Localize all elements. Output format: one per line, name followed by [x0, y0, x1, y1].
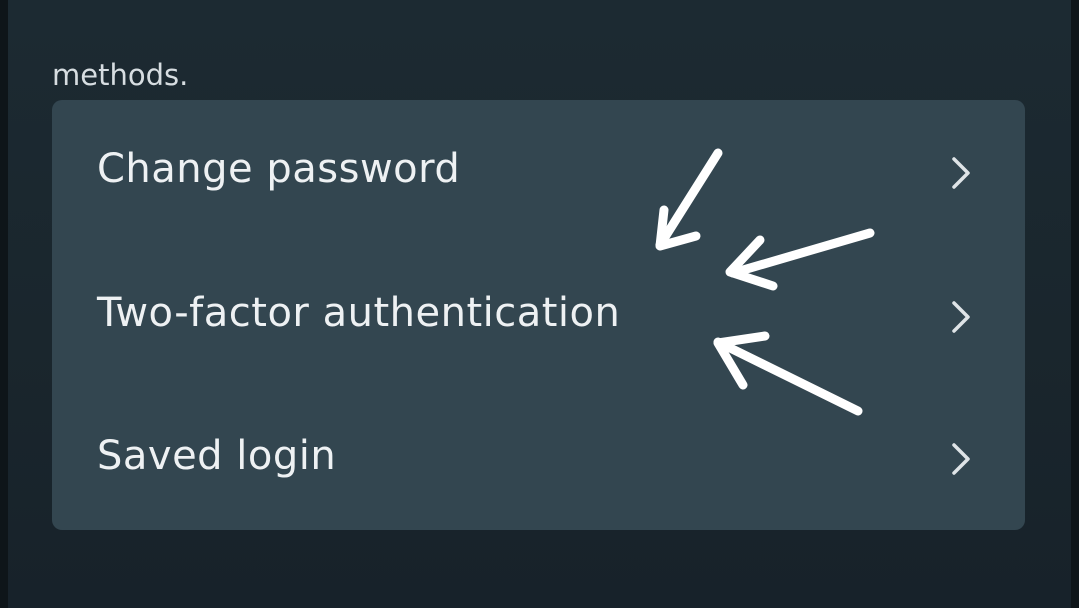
two-factor-authentication-item[interactable]: Two-factor authentication: [52, 243, 1025, 386]
security-screen: methods. Change password Two-factor auth…: [8, 0, 1071, 608]
chevron-right-icon: [952, 301, 970, 333]
login-settings-card: Change password Two-factor authenticatio…: [52, 100, 1025, 530]
description-partial-line: [52, 0, 1042, 52]
chevron-right-icon: [952, 443, 970, 475]
two-factor-authentication-label: Two-factor authentication: [97, 290, 621, 336]
saved-login-label: Saved login: [97, 433, 337, 479]
change-password-item[interactable]: Change password: [52, 100, 1025, 243]
saved-login-item[interactable]: Saved login: [52, 386, 1025, 529]
description-text: methods.: [52, 58, 189, 92]
change-password-label: Change password: [97, 146, 461, 192]
section-description: methods.: [52, 0, 1042, 99]
chevron-right-icon: [952, 157, 970, 189]
